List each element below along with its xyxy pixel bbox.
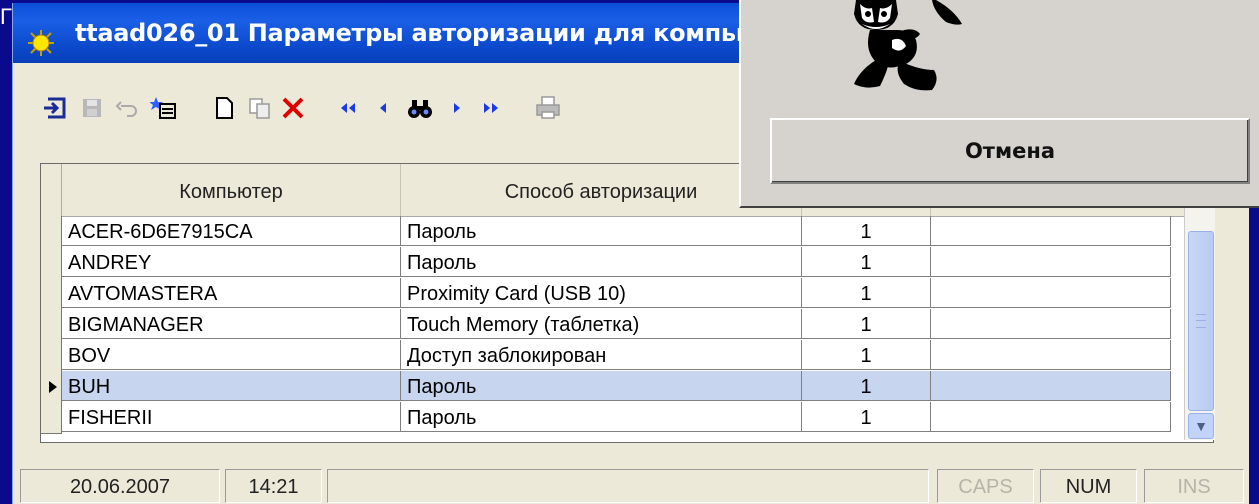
cell-method[interactable]: Пароль xyxy=(401,371,802,401)
window-title: ttaad026_01 Параметры авторизации для ко… xyxy=(75,19,837,47)
cell-method[interactable]: Пароль xyxy=(401,402,802,432)
cell-extra[interactable] xyxy=(931,216,1171,246)
table-row-selected[interactable]: BUH Пароль 1 xyxy=(41,371,1213,403)
first-record-icon[interactable] xyxy=(333,93,363,123)
table-row[interactable]: AVTOMASTERA Proximity Card (USB 10) 1 xyxy=(41,278,1213,310)
table-row[interactable]: BIGMANAGER Touch Memory (таблетка) 1 xyxy=(41,309,1213,341)
row-indicator[interactable] xyxy=(41,247,62,279)
progress-dialog: Отмена xyxy=(739,0,1259,208)
row-indicator[interactable] xyxy=(41,402,62,434)
next-record-icon[interactable] xyxy=(441,93,471,123)
status-message xyxy=(327,469,929,503)
save-icon[interactable] xyxy=(77,93,107,123)
status-num: NUM xyxy=(1040,469,1137,503)
last-record-icon[interactable] xyxy=(476,93,506,123)
header-indicator-cell xyxy=(41,164,62,216)
cell-computer[interactable]: FISHERII xyxy=(62,402,401,432)
status-bar: 20.06.2007 14:21 CAPS NUM INS xyxy=(13,461,1249,504)
cell-computer[interactable]: BIGMANAGER xyxy=(62,309,401,339)
cell-extra[interactable] xyxy=(931,402,1171,432)
row-indicator[interactable] xyxy=(41,340,62,372)
cell-computer[interactable]: ACER-6D6E7915CA xyxy=(62,216,401,246)
cell-computer[interactable]: AVTOMASTERA xyxy=(62,278,401,308)
cell-computer[interactable]: BOV xyxy=(62,340,401,370)
cell-value[interactable]: 1 xyxy=(802,278,931,308)
cell-computer[interactable]: BUH xyxy=(62,371,401,401)
cell-extra[interactable] xyxy=(931,340,1171,370)
cell-value[interactable]: 1 xyxy=(802,402,931,432)
new-list-icon[interactable] xyxy=(149,93,179,123)
exit-icon[interactable] xyxy=(41,93,71,123)
prev-record-icon[interactable] xyxy=(369,93,399,123)
stray-glyph: Г xyxy=(0,4,12,29)
cell-method[interactable]: Пароль xyxy=(401,216,802,246)
cell-extra[interactable] xyxy=(931,309,1171,339)
scrollbar-thumb[interactable] xyxy=(1188,231,1214,411)
table-row[interactable]: ACER-6D6E7915CA Пароль 1 xyxy=(41,216,1213,248)
cell-value[interactable]: 1 xyxy=(802,340,931,370)
find-icon[interactable] xyxy=(405,93,435,123)
vertical-scrollbar[interactable]: ▼ xyxy=(1184,203,1215,440)
undo-icon[interactable] xyxy=(112,93,142,123)
cell-method[interactable]: Доступ заблокирован xyxy=(401,340,802,370)
table-row[interactable]: FISHERII Пароль 1 xyxy=(41,402,1213,434)
status-time: 14:21 xyxy=(225,469,322,503)
cell-value[interactable]: 1 xyxy=(802,216,931,246)
cell-method[interactable]: Proximity Card (USB 10) xyxy=(401,278,802,308)
status-ins: INS xyxy=(1144,469,1244,503)
delete-icon[interactable] xyxy=(278,93,308,123)
new-record-icon[interactable] xyxy=(209,93,239,123)
cancel-button[interactable]: Отмена xyxy=(770,118,1250,184)
column-header-computer[interactable]: Компьютер xyxy=(62,164,401,216)
row-indicator[interactable] xyxy=(41,216,62,248)
running-cat-animation xyxy=(854,0,962,91)
cell-value[interactable]: 1 xyxy=(802,247,931,277)
cell-method[interactable]: Пароль xyxy=(401,247,802,277)
scroll-down-button[interactable]: ▼ xyxy=(1188,413,1214,439)
row-indicator[interactable] xyxy=(41,371,62,403)
cell-method[interactable]: Touch Memory (таблетка) xyxy=(401,309,802,339)
table-row[interactable]: ANDREY Пароль 1 xyxy=(41,247,1213,279)
status-caps: CAPS xyxy=(937,469,1034,503)
copy-icon[interactable] xyxy=(245,93,275,123)
chevron-down-icon: ▼ xyxy=(1194,418,1208,434)
cell-value[interactable]: 1 xyxy=(802,371,931,401)
print-icon[interactable] xyxy=(533,93,563,123)
cell-extra[interactable] xyxy=(931,371,1171,401)
current-row-arrow-icon xyxy=(49,381,57,393)
cell-value[interactable]: 1 xyxy=(802,309,931,339)
row-indicator[interactable] xyxy=(41,309,62,341)
row-indicator[interactable] xyxy=(41,278,62,310)
grip-icon xyxy=(1196,314,1206,328)
table-row[interactable]: BOV Доступ заблокирован 1 xyxy=(41,340,1213,372)
app-sun-icon xyxy=(27,19,55,56)
status-date: 20.06.2007 xyxy=(20,469,220,503)
cell-computer[interactable]: ANDREY xyxy=(62,247,401,277)
cell-extra[interactable] xyxy=(931,278,1171,308)
cell-extra[interactable] xyxy=(931,247,1171,277)
